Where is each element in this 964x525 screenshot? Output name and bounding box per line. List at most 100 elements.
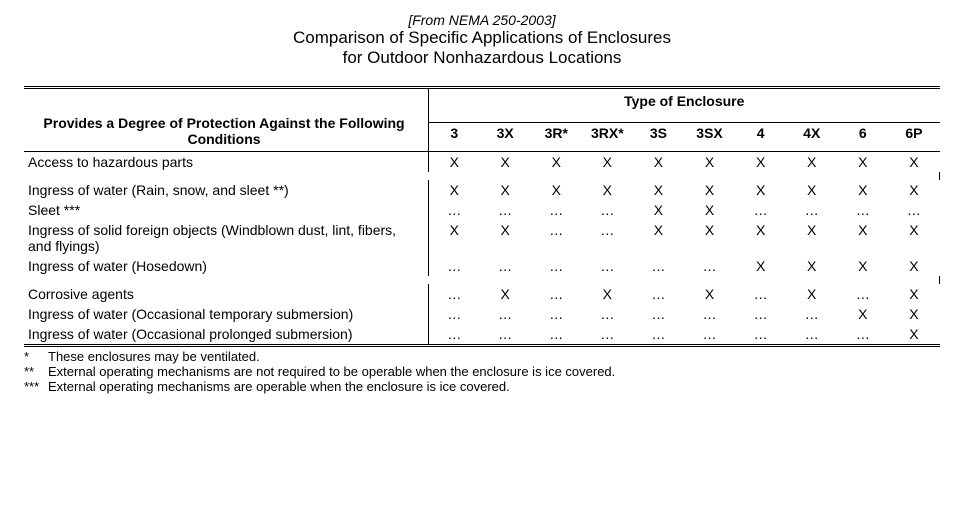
cell-value: … xyxy=(429,256,480,276)
cell-value: … xyxy=(837,284,888,304)
cell-value: … xyxy=(684,256,735,276)
cell-value: … xyxy=(531,304,582,324)
cell-value: X xyxy=(786,180,837,200)
row-label: Corrosive agents xyxy=(24,284,429,304)
cell-value: X xyxy=(582,180,633,200)
cell-value: … xyxy=(582,256,633,276)
cell-value: … xyxy=(531,220,582,256)
cell-value: X xyxy=(888,180,939,200)
cell-value: … xyxy=(735,304,786,324)
footnote-text: These enclosures may be ventilated. xyxy=(48,349,260,364)
type-of-enclosure-header: Type of Enclosure xyxy=(429,89,940,123)
cell-value: … xyxy=(480,324,531,344)
cell-value: … xyxy=(429,284,480,304)
cell-value: X xyxy=(735,180,786,200)
cell-value: X xyxy=(786,220,837,256)
col-header: 3X xyxy=(480,123,531,152)
cell-value: X xyxy=(888,304,939,324)
table-row: Ingress of water (Occasional prolonged s… xyxy=(24,324,940,344)
row-label: Sleet *** xyxy=(24,200,429,220)
cell-value: X xyxy=(684,220,735,256)
col-header: 3 xyxy=(429,123,480,152)
cell-value: X xyxy=(837,180,888,200)
cell-value: X xyxy=(480,152,531,173)
cell-value: … xyxy=(837,200,888,220)
cell-value: X xyxy=(735,256,786,276)
cell-value: … xyxy=(531,284,582,304)
cell-value: X xyxy=(582,284,633,304)
table-row: Ingress of water (Hosedown)………………XXXX xyxy=(24,256,940,276)
cell-value: … xyxy=(633,324,684,344)
footnote: ***External operating mechanisms are ope… xyxy=(24,379,940,394)
col-header: 3SX xyxy=(684,123,735,152)
cell-value: X xyxy=(480,284,531,304)
footnote-text: External operating mechanisms are not re… xyxy=(48,364,615,379)
cell-value: … xyxy=(531,324,582,344)
cell-value: … xyxy=(735,200,786,220)
cell-value: … xyxy=(735,324,786,344)
cell-value: X xyxy=(735,152,786,173)
cell-value: X xyxy=(429,152,480,173)
table-row: Ingress of water (Rain, snow, and sleet … xyxy=(24,180,940,200)
cell-value: … xyxy=(480,304,531,324)
cell-value: X xyxy=(837,220,888,256)
footnote-mark: ** xyxy=(24,364,48,379)
cell-value: X xyxy=(735,220,786,256)
enclosure-table: Provides a Degree of Protection Against … xyxy=(24,89,940,344)
cell-value: X xyxy=(888,220,939,256)
cell-value: X xyxy=(888,256,939,276)
cell-value: … xyxy=(582,304,633,324)
cell-value: … xyxy=(531,200,582,220)
cell-value: X xyxy=(480,220,531,256)
cell-value: X xyxy=(837,256,888,276)
cell-value: … xyxy=(786,304,837,324)
col-header: 6 xyxy=(837,123,888,152)
cell-value: … xyxy=(633,284,684,304)
enclosure-table-wrap: Provides a Degree of Protection Against … xyxy=(24,86,940,347)
cell-value: X xyxy=(684,180,735,200)
cell-value: … xyxy=(684,324,735,344)
cell-value: X xyxy=(888,152,939,173)
cell-value: … xyxy=(582,324,633,344)
cell-value: X xyxy=(786,256,837,276)
footnote: **External operating mechanisms are not … xyxy=(24,364,940,379)
cell-value: X xyxy=(888,284,939,304)
footnote: *These enclosures may be ventilated. xyxy=(24,349,940,364)
cell-value: … xyxy=(429,304,480,324)
col-header: 6P xyxy=(888,123,939,152)
cell-value: … xyxy=(429,200,480,220)
footnotes: *These enclosures may be ventilated.**Ex… xyxy=(24,349,940,394)
footnote-mark: *** xyxy=(24,379,48,394)
row-label: Ingress of water (Occasional temporary s… xyxy=(24,304,429,324)
cell-value: … xyxy=(429,324,480,344)
cell-value: … xyxy=(633,304,684,324)
col-header: 3S xyxy=(633,123,684,152)
cell-value: X xyxy=(582,152,633,173)
cell-value: … xyxy=(888,200,939,220)
cell-value: … xyxy=(633,256,684,276)
source-citation: [From NEMA 250-2003] xyxy=(24,12,940,28)
page-title: Comparison of Specific Applications of E… xyxy=(24,28,940,48)
cell-value: … xyxy=(480,256,531,276)
cell-value: X xyxy=(786,284,837,304)
col-header: 3RX* xyxy=(582,123,633,152)
row-spacer xyxy=(24,172,940,180)
row-label: Access to hazardous parts xyxy=(24,152,429,173)
cell-value: X xyxy=(684,200,735,220)
cell-value: X xyxy=(837,304,888,324)
cell-value: … xyxy=(837,324,888,344)
cell-value: … xyxy=(531,256,582,276)
cell-value: X xyxy=(480,180,531,200)
row-label: Ingress of water (Occasional prolonged s… xyxy=(24,324,429,344)
footnote-text: External operating mechanisms are operab… xyxy=(48,379,510,394)
row-header-label: Provides a Degree of Protection Against … xyxy=(24,89,429,152)
table-row: Sleet ***…………XX………… xyxy=(24,200,940,220)
cell-value: X xyxy=(633,152,684,173)
cell-value: … xyxy=(582,200,633,220)
row-label: Ingress of water (Rain, snow, and sleet … xyxy=(24,180,429,200)
page-subtitle: for Outdoor Nonhazardous Locations xyxy=(24,48,940,68)
table-row: Corrosive agents…X…X…X…X…X xyxy=(24,284,940,304)
col-header: 3R* xyxy=(531,123,582,152)
table-row: Access to hazardous partsXXXXXXXXXX xyxy=(24,152,940,173)
cell-value: X xyxy=(531,152,582,173)
